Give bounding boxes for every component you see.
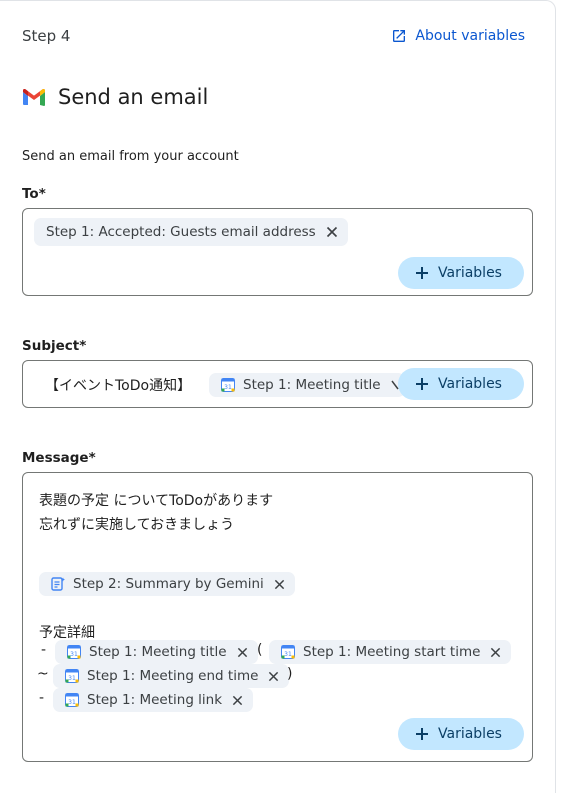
chip-label: Step 1: Meeting end time <box>87 668 259 684</box>
message-label: Message* <box>22 450 96 466</box>
subject-variables-button[interactable]: Variables <box>398 368 524 400</box>
chip-label: Step 1: Meeting link <box>87 692 223 708</box>
calendar-icon: 31 <box>65 669 79 683</box>
gmail-icon <box>22 88 46 106</box>
plus-icon <box>416 728 428 740</box>
svg-text:31: 31 <box>284 651 292 658</box>
close-icon[interactable] <box>274 579 285 590</box>
svg-text:31: 31 <box>68 699 76 706</box>
variables-label: Variables <box>438 265 502 281</box>
variable-chip[interactable]: Step 2: Summary by Gemini <box>39 572 295 596</box>
close-icon[interactable] <box>490 647 501 658</box>
details-heading: 予定詳細 <box>39 625 95 641</box>
to-variables-button[interactable]: Variables <box>398 257 524 289</box>
calendar-icon: 31 <box>65 693 79 707</box>
plus-icon <box>416 267 428 279</box>
variable-chip[interactable]: 31 Step 1: Meeting title <box>55 640 258 664</box>
close-icon[interactable] <box>268 671 279 682</box>
paren-text: ( <box>257 642 263 658</box>
close-icon[interactable] <box>326 226 338 238</box>
paren-text: ) <box>287 666 293 682</box>
plus-icon <box>416 378 428 390</box>
close-icon[interactable] <box>232 695 243 706</box>
subject-field[interactable]: 【イベントToDo通知】 31 Step 1: Meeting title Va… <box>22 360 533 408</box>
step-panel: Step 4 About variables Send an email Sen… <box>0 0 556 793</box>
dash-text: - <box>41 642 47 658</box>
chip-label: Step 1: Meeting title <box>243 377 381 393</box>
variables-label: Variables <box>438 726 502 742</box>
about-variables-link[interactable]: About variables <box>391 28 525 44</box>
message-field[interactable]: 表題の予定 についてToDoがあります 忘れずに実施しておきましょう Step … <box>22 472 533 762</box>
to-label: To* <box>22 186 46 202</box>
subject-prefix-text: 【イベントToDo通知】 <box>45 378 192 394</box>
message-line: 表題の予定 についてToDoがあります <box>39 493 274 509</box>
tilde-text: ~ <box>37 666 49 682</box>
variable-chip[interactable]: 31 Step 1: Meeting start time <box>269 640 512 664</box>
close-icon[interactable] <box>237 647 248 658</box>
variable-chip[interactable]: Step 1: Accepted: Guests email address <box>34 218 348 246</box>
chip-label: Step 2: Summary by Gemini <box>73 576 264 592</box>
open-in-new-icon <box>391 28 407 44</box>
calendar-icon: 31 <box>67 645 81 659</box>
action-title: Send an email <box>58 85 209 109</box>
step-header: Step 4 About variables <box>22 25 525 47</box>
action-description: Send an email from your account <box>22 149 239 164</box>
message-line: 忘れずに実施しておきましょう <box>39 517 235 533</box>
variable-chip[interactable]: 31 Step 1: Meeting end time <box>53 664 290 688</box>
subject-label: Subject* <box>22 338 87 354</box>
to-field[interactable]: Step 1: Accepted: Guests email address V… <box>22 208 533 296</box>
action-title-row: Send an email <box>22 85 208 109</box>
svg-text:31: 31 <box>70 651 78 658</box>
variable-chip[interactable]: 31 Step 1: Meeting title <box>209 373 405 397</box>
calendar-icon: 31 <box>221 378 235 392</box>
variable-chip[interactable]: 31 Step 1: Meeting link <box>53 688 254 712</box>
svg-text:31: 31 <box>224 384 232 391</box>
chip-label: Step 1: Accepted: Guests email address <box>46 224 316 240</box>
step-label: Step 4 <box>22 27 71 45</box>
about-variables-label: About variables <box>415 28 525 44</box>
message-variables-button[interactable]: Variables <box>398 718 524 750</box>
dash-text: - <box>39 690 45 706</box>
variables-label: Variables <box>438 376 502 392</box>
gemini-summary-icon <box>51 577 65 591</box>
chip-label: Step 1: Meeting start time <box>303 644 481 660</box>
svg-text:31: 31 <box>68 675 76 682</box>
calendar-icon: 31 <box>281 645 295 659</box>
chip-label: Step 1: Meeting title <box>89 644 227 660</box>
